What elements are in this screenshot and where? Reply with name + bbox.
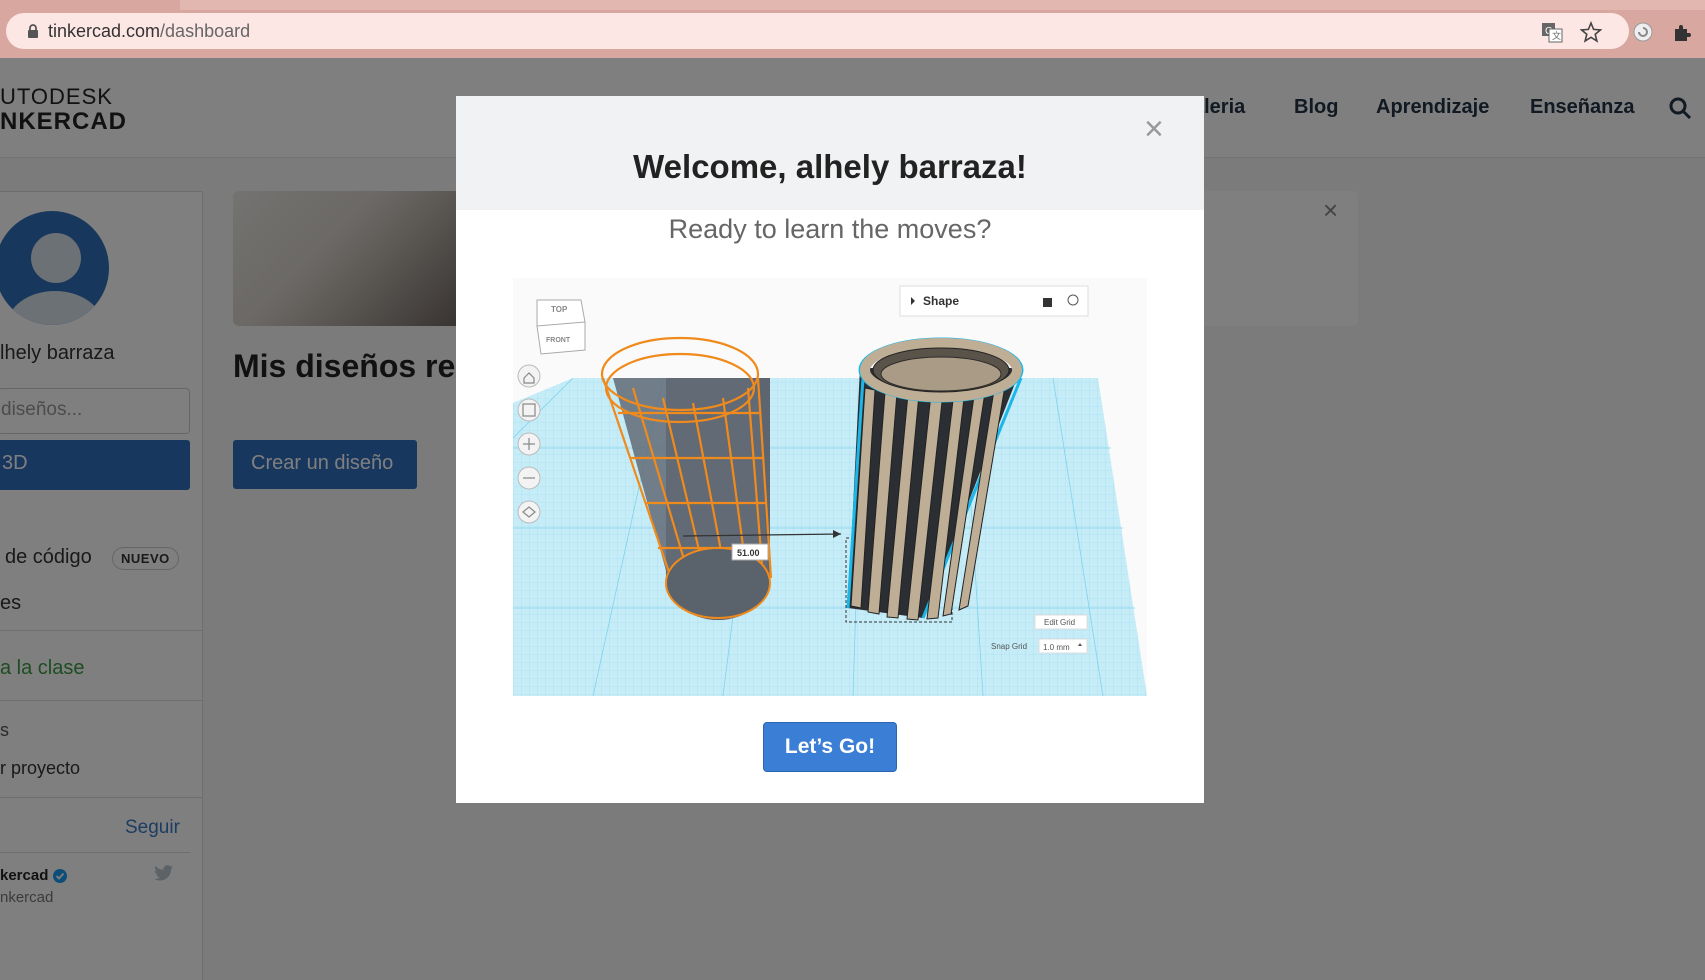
url-host: tinkercad.com bbox=[48, 21, 161, 41]
shape-panel-label: Shape bbox=[923, 294, 959, 308]
extension-icon[interactable] bbox=[1632, 21, 1654, 43]
url-path: /dashboard bbox=[160, 21, 251, 41]
shape-inspector-panel[interactable]: Shape bbox=[899, 285, 1089, 317]
welcome-modal: Welcome, alhely barraza! × Ready to lear… bbox=[456, 96, 1204, 803]
browser-tabstrip bbox=[180, 0, 1705, 10]
url-text[interactable]: tinkercad.com/dashboard bbox=[48, 21, 250, 42]
modal-subtitle: Ready to learn the moves? bbox=[668, 214, 992, 244]
close-icon[interactable]: × bbox=[1144, 110, 1164, 149]
workplane-illustration: TOP FRONT Shape 51.00 Edit Grid Snap Gri… bbox=[513, 285, 1147, 696]
puzzle-extensions-icon[interactable] bbox=[1671, 21, 1693, 43]
translate-icon[interactable]: G 文 bbox=[1541, 21, 1563, 43]
snap-grid-label: Snap Grid bbox=[991, 642, 1027, 651]
lets-go-button[interactable]: Let’s Go! bbox=[763, 722, 897, 772]
lock-icon[interactable] bbox=[1043, 298, 1052, 307]
viewcube-front-label: FRONT bbox=[546, 337, 571, 344]
lock-icon bbox=[28, 24, 38, 38]
perspective-icon[interactable] bbox=[517, 500, 541, 524]
modal-title: Welcome, alhely barraza! bbox=[633, 148, 1027, 185]
dimension-value: 51.00 bbox=[737, 548, 760, 558]
edit-grid-label: Edit Grid bbox=[1044, 618, 1075, 627]
address-bar[interactable]: tinkercad.com/dashboard bbox=[6, 13, 1629, 49]
view-cube-icon[interactable]: TOP FRONT bbox=[536, 299, 586, 355]
svg-text:文: 文 bbox=[1552, 30, 1561, 41]
fit-view-icon[interactable] bbox=[517, 398, 541, 422]
viewcube-top-label: TOP bbox=[551, 305, 568, 314]
bookmark-star-icon[interactable] bbox=[1580, 21, 1602, 43]
tinkercad-preview-image: TOP FRONT Shape 51.00 Edit Grid Snap Gri… bbox=[513, 278, 1147, 696]
snap-grid-value: 1.0 mm bbox=[1043, 643, 1070, 652]
home-view-icon[interactable] bbox=[517, 364, 541, 388]
